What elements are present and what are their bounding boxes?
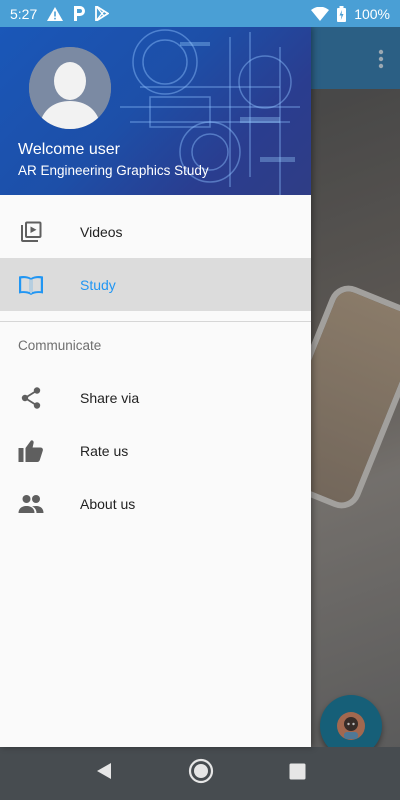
back-icon[interactable] [95, 762, 113, 785]
warning-icon [47, 6, 64, 21]
section-title-communicate: Communicate [18, 337, 102, 353]
menu-item-about[interactable]: About us [0, 477, 311, 530]
home-icon[interactable] [188, 758, 214, 789]
menu-item-videos[interactable]: Videos [0, 205, 311, 258]
people-icon [18, 491, 44, 517]
status-time: 5:27 [10, 5, 38, 22]
drawer-menu: Videos Study Communicate Share via Rate … [0, 195, 311, 530]
play-store-icon [95, 6, 110, 21]
drawer-scrim[interactable] [311, 27, 400, 747]
menu-label-videos: Videos [80, 223, 123, 240]
default-user-icon [29, 47, 111, 129]
thumb-up-icon [18, 438, 44, 464]
menu-label-about: About us [80, 495, 136, 512]
menu-item-study[interactable]: Study [0, 258, 311, 311]
menu-label-rate: Rate us [80, 442, 129, 459]
drawer-header: Welcome user AR Engineering Graphics Stu… [0, 27, 311, 195]
battery-percent: 100% [354, 5, 390, 22]
menu-label-share: Share via [80, 389, 140, 406]
welcome-text: Welcome user [18, 141, 120, 158]
status-bar: 5:27 100% [0, 0, 400, 27]
system-nav-bar [0, 747, 400, 800]
recents-icon[interactable] [289, 763, 306, 785]
app-name-text: AR Engineering Graphics Study [18, 163, 209, 178]
video-library-icon [18, 219, 44, 245]
menu-item-share[interactable]: Share via [0, 371, 311, 424]
navigation-drawer: Welcome user AR Engineering Graphics Stu… [0, 27, 311, 747]
parking-icon [73, 6, 86, 21]
menu-label-study: Study [80, 276, 116, 293]
battery-icon [337, 5, 347, 22]
share-icon [18, 385, 44, 411]
user-avatar[interactable] [29, 47, 111, 129]
wifi-icon [311, 6, 330, 21]
menu-item-rate[interactable]: Rate us [0, 424, 311, 477]
book-icon [18, 272, 44, 298]
